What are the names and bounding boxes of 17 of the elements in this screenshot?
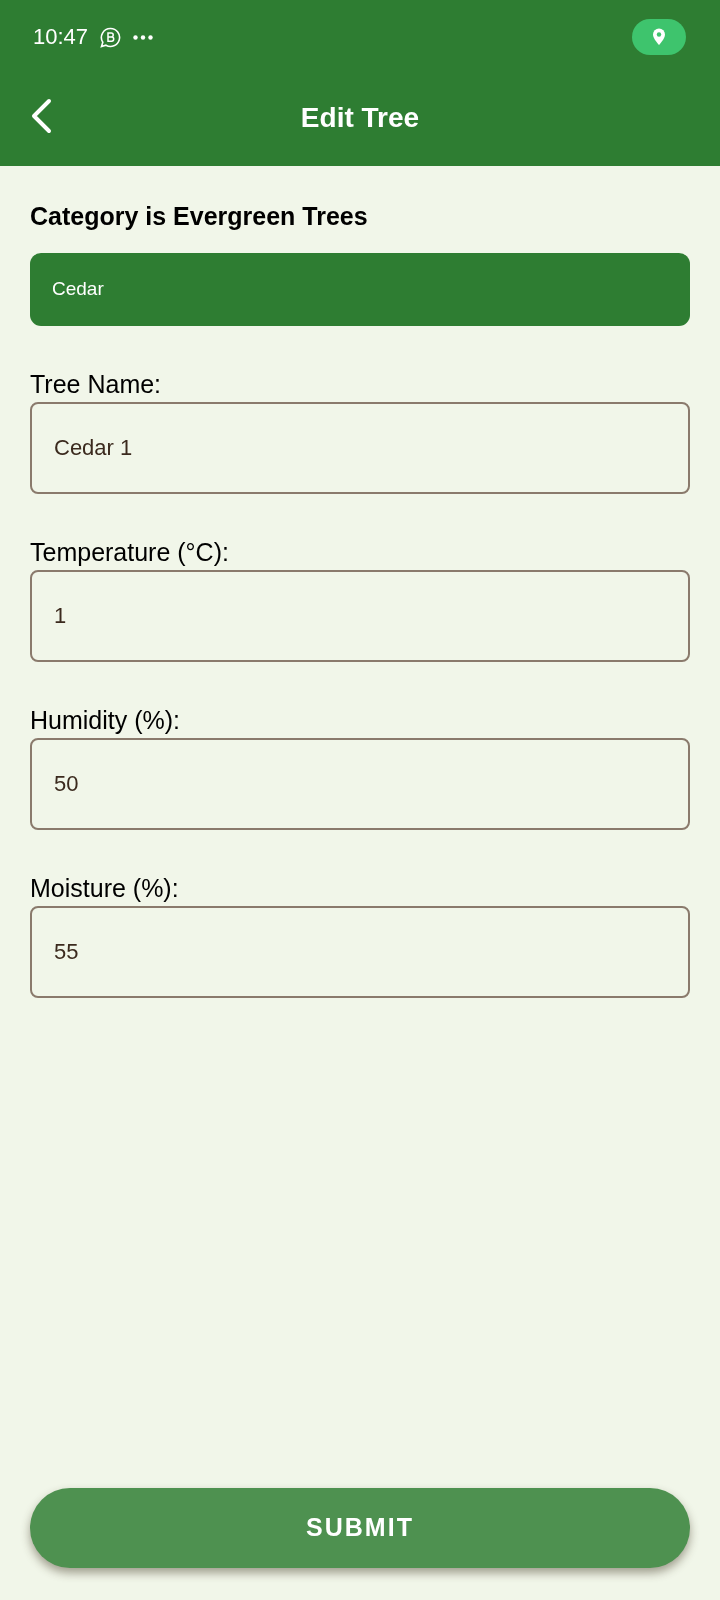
field-label: Tree Name:: [30, 369, 162, 399]
submit-button[interactable]: SUBMIT: [30, 1488, 690, 1568]
screen-title: Edit Tree: [300, 101, 420, 135]
back-chevron-icon: [30, 98, 52, 134]
more-dots-icon: [133, 34, 154, 40]
location-pin-icon: [632, 19, 686, 55]
category-heading: Category is Evergreen Trees: [30, 201, 369, 231]
tree-type-bar: Cedar: [30, 253, 690, 326]
input-field[interactable]: 55: [30, 906, 690, 998]
field-label: Temperature (°C):: [30, 537, 229, 567]
status-time: 10:47: [33, 24, 89, 50]
chat-bubble-icon: [100, 26, 122, 48]
input-field[interactable]: 1: [30, 570, 690, 662]
field-label: Moisture (%):: [30, 873, 179, 903]
input-field[interactable]: 50: [30, 738, 690, 830]
field-label: Humidity (%):: [30, 705, 180, 735]
input-field[interactable]: Cedar 1: [30, 402, 690, 494]
